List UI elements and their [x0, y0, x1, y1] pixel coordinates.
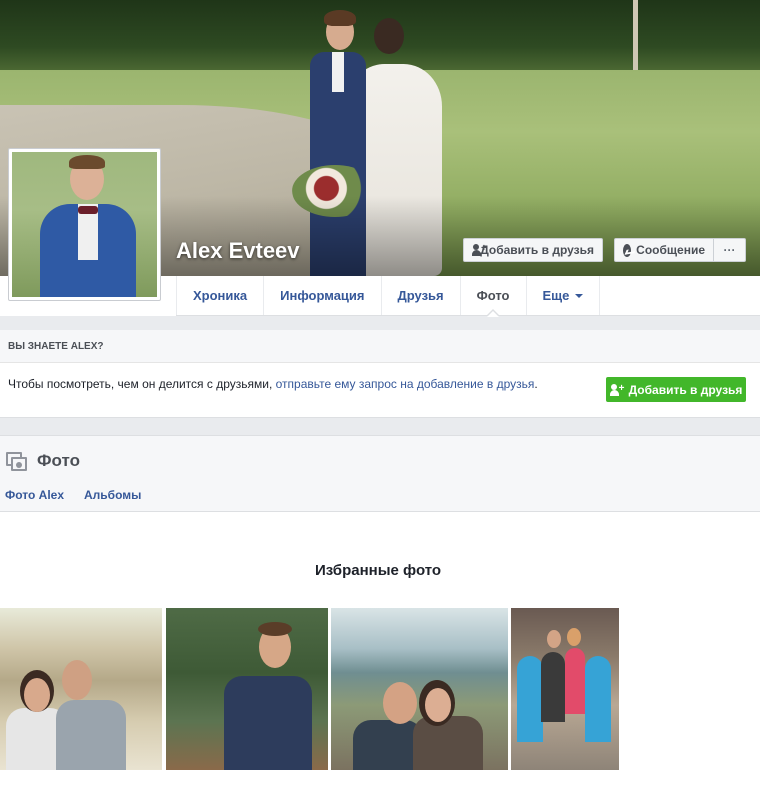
tab-more-label: Еще [542, 288, 570, 303]
photos-title[interactable]: Фото [37, 451, 80, 471]
add-friend-green-button[interactable]: + Добавить в друзья [606, 377, 746, 402]
profile-tabs: Хроника Информация Друзья Фото Еще [176, 276, 760, 317]
albums-link[interactable]: Альбомы [84, 488, 141, 502]
add-friend-icon: + [472, 244, 487, 256]
do-you-know-card: ВЫ ЗНАЕТЕ ALEX? Чтобы посмотреть, чем он… [0, 330, 760, 418]
do-you-know-prefix: Чтобы посмотреть, чем он делится с друзь… [8, 377, 276, 391]
do-you-know-suffix: . [534, 377, 538, 391]
add-friend-button[interactable]: + Добавить в друзья [463, 238, 603, 262]
profile-name[interactable]: Alex Evteev [176, 238, 300, 264]
avatar [12, 152, 157, 297]
message-button[interactable]: Сообщение [614, 238, 714, 262]
featured-photo[interactable] [331, 608, 508, 770]
tab-timeline-label: Хроника [193, 288, 248, 303]
add-friend-green-label: Добавить в друзья [628, 382, 743, 397]
photos-icon [6, 452, 28, 472]
add-friend-label: Добавить в друзья [480, 243, 594, 257]
tab-more[interactable]: Еще [527, 276, 601, 315]
photos-of-alex-link[interactable]: Фото Alex [5, 488, 64, 502]
do-you-know-heading: ВЫ ЗНАЕТЕ ALEX? [0, 330, 760, 363]
tab-friends[interactable]: Друзья [382, 276, 461, 315]
profile-picture[interactable] [8, 148, 161, 301]
more-options-button[interactable]: ··· [713, 238, 746, 262]
tab-about[interactable]: Информация [264, 276, 382, 315]
messenger-icon [623, 243, 632, 257]
send-friend-request-link[interactable]: отправьте ему запрос на добавление в дру… [276, 377, 535, 391]
photos-header: Фото Фото Alex Альбомы [0, 436, 760, 512]
add-friend-icon: + [609, 383, 624, 396]
tab-about-label: Информация [280, 288, 365, 303]
tab-photos-label: Фото [476, 288, 510, 303]
more-dots-icon: ··· [723, 243, 736, 257]
message-label: Сообщение [636, 243, 705, 257]
featured-photos-title: Избранные фото [314, 562, 442, 579]
featured-photo[interactable] [0, 608, 162, 770]
do-you-know-text: Чтобы посмотреть, чем он делится с друзь… [8, 377, 538, 391]
featured-photo[interactable] [511, 608, 619, 770]
section-divider [0, 316, 760, 330]
tab-photos[interactable]: Фото [461, 276, 527, 317]
tab-friends-label: Друзья [397, 288, 444, 303]
featured-photo[interactable] [166, 608, 328, 770]
section-divider [0, 418, 760, 435]
chevron-down-icon [575, 293, 584, 302]
cover-pole [633, 0, 638, 70]
photos-section: Фото Фото Alex Альбомы Избранные фото [0, 435, 760, 787]
tab-timeline[interactable]: Хроника [176, 276, 265, 315]
